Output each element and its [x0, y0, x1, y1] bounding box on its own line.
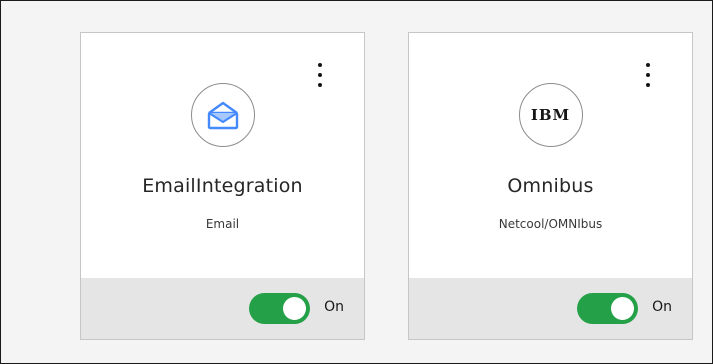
integrations-panel: EmailIntegration Email On IBM Omnibus Ne…: [0, 0, 713, 364]
card-subtitle: Email: [205, 217, 240, 231]
card-title: EmailIntegration: [142, 175, 303, 197]
toggle-knob: [283, 297, 306, 320]
toggle-label: On: [652, 299, 672, 315]
toggle-label: On: [324, 299, 344, 315]
integration-card-email[interactable]: EmailIntegration Email On: [80, 32, 365, 340]
toggle-knob: [611, 297, 634, 320]
card-subtitle: Netcool/OMNIbus: [498, 217, 603, 231]
card-footer: On: [81, 278, 364, 339]
enable-toggle[interactable]: [249, 293, 310, 324]
overflow-menu-icon[interactable]: [313, 63, 327, 87]
integration-card-omnibus[interactable]: IBM Omnibus Netcool/OMNIbus On: [408, 32, 693, 340]
envelope-icon: [190, 83, 255, 147]
ibm-logo-icon: IBM: [518, 83, 583, 147]
enable-toggle[interactable]: [577, 293, 638, 324]
card-footer: On: [409, 278, 692, 339]
card-title: Omnibus: [507, 175, 594, 197]
overflow-menu-icon[interactable]: [641, 63, 655, 87]
